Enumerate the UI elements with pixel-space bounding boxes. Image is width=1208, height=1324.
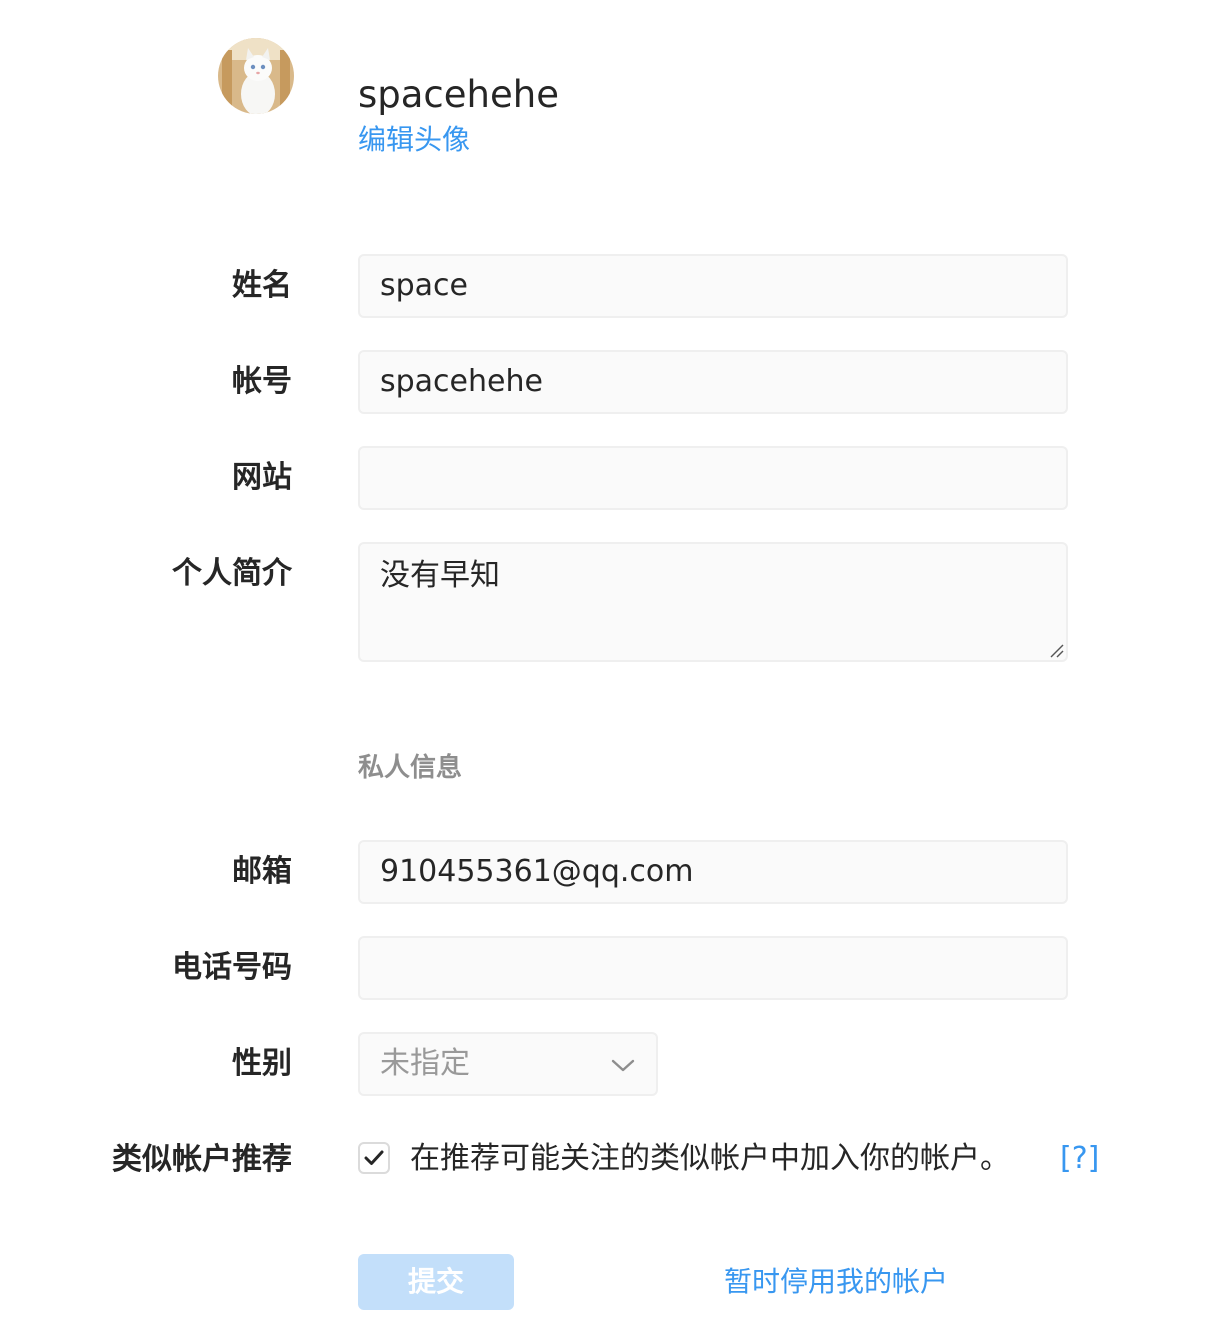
gender-select[interactable]: 未指定 — [358, 1032, 658, 1096]
profile-username: spacehehe — [358, 73, 559, 116]
website-label: 网站 — [232, 460, 292, 495]
avatar[interactable] — [218, 38, 294, 114]
website-input[interactable] — [358, 446, 1068, 510]
edit-avatar-link[interactable]: 编辑头像 — [358, 122, 470, 158]
bio-text: 没有早知 — [380, 558, 500, 593]
suggestions-text: 在推荐可能关注的类似帐户中加入你的帐户。 — [410, 1141, 1010, 1176]
check-icon — [364, 1150, 384, 1165]
disable-account-link[interactable]: 暂时停用我的帐户 — [724, 1262, 948, 1302]
phone-label: 电话号码 — [172, 950, 292, 985]
email-label: 邮箱 — [232, 854, 292, 889]
gender-label: 性别 — [232, 1046, 292, 1081]
name-input[interactable]: space — [358, 254, 1068, 318]
username-label: 帐号 — [232, 364, 292, 399]
resize-handle-icon[interactable] — [1048, 642, 1064, 658]
phone-input[interactable] — [358, 936, 1068, 1000]
suggestions-checkbox[interactable] — [358, 1142, 390, 1174]
gender-select-value: 未指定 — [380, 1046, 470, 1081]
suggestions-label: 类似帐户推荐 — [112, 1142, 292, 1177]
avatar-image — [218, 38, 294, 114]
submit-button[interactable]: 提交 — [358, 1254, 514, 1310]
bio-label: 个人简介 — [172, 556, 292, 591]
username-input[interactable]: spacehehe — [358, 350, 1068, 414]
name-label: 姓名 — [232, 268, 292, 303]
email-input[interactable]: 910455361@qq.com — [358, 840, 1068, 904]
chevron-down-icon — [611, 1059, 635, 1072]
suggestions-help-link[interactable]: [?] — [1060, 1138, 1099, 1180]
bio-textarea[interactable]: 没有早知 — [358, 542, 1068, 662]
private-info-heading: 私人信息 — [358, 753, 463, 783]
